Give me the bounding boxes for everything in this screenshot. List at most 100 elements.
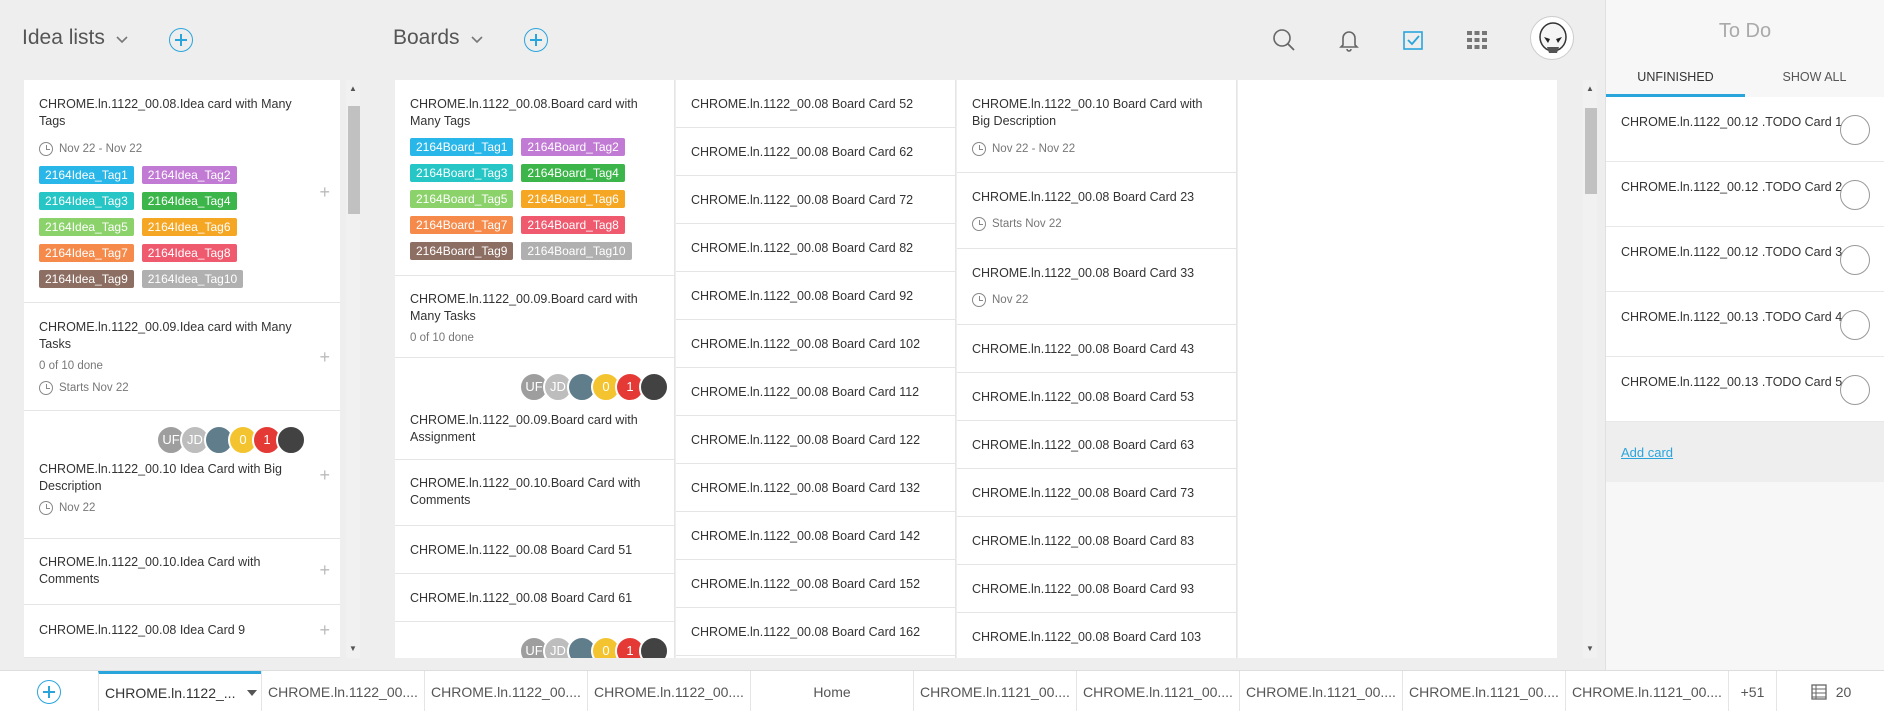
add-icon[interactable]: + (319, 466, 330, 484)
board-card[interactable]: CHROME.ln.1122_00.08 Board Card 72 (676, 176, 955, 224)
avatar[interactable] (639, 636, 669, 658)
board-card[interactable]: CHROME.ln.1122_00.08 Board Card 93 (957, 565, 1236, 613)
tag[interactable]: 2164Idea_Tag8 (141, 244, 237, 262)
board-card[interactable]: UF JD 0 1 (395, 622, 674, 658)
add-icon[interactable]: + (319, 561, 330, 579)
add-icon[interactable]: + (319, 348, 330, 366)
board-card[interactable]: CHROME.ln.1122_00.10.Board Card with Com… (395, 460, 674, 526)
complete-checkbox[interactable] (1840, 245, 1870, 275)
avatar[interactable] (276, 425, 306, 455)
tag[interactable]: 2164Board_Tag4 (521, 164, 625, 182)
tag[interactable]: 2164Board_Tag5 (410, 190, 514, 208)
search-icon[interactable] (1270, 26, 1298, 54)
bell-icon[interactable] (1335, 26, 1363, 54)
todo-item[interactable]: CHROME.ln.1122_00.12 .TODO Card 2 (1606, 162, 1884, 227)
complete-checkbox[interactable] (1840, 375, 1870, 405)
add-board-button[interactable] (524, 28, 548, 52)
board-card[interactable]: CHROME.ln.1122_00.10 Board Card with Big… (957, 80, 1236, 173)
chevron-down-icon[interactable] (469, 31, 485, 47)
tag[interactable]: 2164Idea_Tag10 (141, 270, 244, 288)
board-card[interactable]: CHROME.ln.1122_00.08 Board Card 112 (676, 368, 955, 416)
board-card[interactable]: CHROME.ln.1122_00.08 Board Card 82 (676, 224, 955, 272)
idea-lists-title[interactable]: Idea lists (22, 26, 105, 50)
board-card[interactable]: CHROME.ln.1122_00.08 Board Card 63 (957, 421, 1236, 469)
tab-item[interactable]: CHROME.ln.1121_00.... (1239, 671, 1402, 711)
board-card[interactable]: CHROME.ln.1122_00.08 Board Card 102 (676, 320, 955, 368)
idea-card[interactable]: CHROME.ln.1122_00.09.Idea card with Many… (24, 303, 340, 411)
tag[interactable]: 2164Board_Tag6 (521, 190, 625, 208)
tag[interactable]: 2164Board_Tag10 (521, 242, 632, 260)
scroll-down-arrow[interactable]: ▼ (1583, 642, 1597, 656)
todo-item[interactable]: CHROME.ln.1122_00.12 .TODO Card 3 (1606, 227, 1884, 292)
tag[interactable]: 2164Idea_Tag2 (141, 166, 237, 184)
board-card[interactable]: CHROME.ln.1122_00.08 Board Card 43 (957, 325, 1236, 373)
board-card[interactable]: CHROME.ln.1122_00.08 Board Card 62 (676, 128, 955, 176)
todo-item[interactable]: CHROME.ln.1122_00.12 .TODO Card 1 (1606, 97, 1884, 162)
add-idea-list-button[interactable] (169, 28, 193, 52)
board-card[interactable]: CHROME.ln.1122_00.08 Board Card 33 Nov 2… (957, 249, 1236, 325)
board-card[interactable]: CHROME.ln.1122_00.08 Board Card 92 (676, 272, 955, 320)
complete-checkbox[interactable] (1840, 180, 1870, 210)
board-card[interactable]: CHROME.ln.1122_00.08 Board Card 61 (395, 574, 674, 622)
tab-item[interactable]: CHROME.ln.1122_00.... (587, 671, 750, 711)
tag[interactable]: 2164Board_Tag2 (521, 138, 625, 156)
tab-count-button[interactable]: 20 (1776, 671, 1884, 711)
add-icon[interactable]: + (319, 621, 330, 639)
board-card[interactable]: CHROME.ln.1122_00.08 Board Card 122 (676, 416, 955, 464)
tag[interactable]: 2164Board_Tag1 (410, 138, 514, 156)
add-icon[interactable]: + (319, 183, 330, 201)
scroll-up-arrow[interactable]: ▲ (346, 82, 360, 96)
chevron-down-icon[interactable] (114, 31, 130, 47)
todo-item[interactable]: CHROME.ln.1122_00.13 .TODO Card 4 (1606, 292, 1884, 357)
board-card[interactable]: CHROME.ln.1122_00.08 Board Card 132 (676, 464, 955, 512)
tag[interactable]: 2164Board_Tag7 (410, 216, 514, 234)
board-card[interactable]: CHROME.ln.1122_00.08 Board Card 103 (957, 613, 1236, 658)
idea-card[interactable]: CHROME.ln.1122_00.08.Idea card with Many… (24, 80, 340, 303)
tab-item[interactable]: CHROME.ln.1121_00.... (1076, 671, 1239, 711)
tag[interactable]: 2164Board_Tag3 (410, 164, 514, 182)
avatar[interactable] (639, 372, 669, 402)
board-card[interactable]: CHROME.ln.1122_00.08 Board Card 73 (957, 469, 1236, 517)
todo-item[interactable]: CHROME.ln.1122_00.13 .TODO Card 5 (1606, 357, 1884, 422)
apps-grid-icon[interactable] (1463, 26, 1491, 54)
tag[interactable]: 2164Idea_Tag6 (141, 218, 237, 236)
boards-title[interactable]: Boards (393, 26, 460, 50)
tab-item[interactable]: CHROME.ln.1122_00.... (424, 671, 587, 711)
tag[interactable]: 2164Idea_Tag7 (39, 244, 134, 262)
idea-card[interactable]: CHROME.ln.1122_00.10.Idea Card with Comm… (24, 539, 340, 605)
board-card[interactable]: CHROME.ln.1122_00.08 Board Card 162 (676, 608, 955, 656)
scroll-down-arrow[interactable]: ▼ (346, 642, 360, 656)
tab-item[interactable]: CHROME.ln.1121_00.... (1402, 671, 1565, 711)
board-card[interactable]: CHROME.ln.1122_00.08 Board Card 142 (676, 512, 955, 560)
tab-unfinished[interactable]: UNFINISHED (1606, 70, 1745, 97)
tag[interactable]: 2164Idea_Tag5 (39, 218, 134, 236)
scroll-up-arrow[interactable]: ▲ (1583, 82, 1597, 96)
new-tab-button[interactable] (37, 680, 61, 704)
tag[interactable]: 2164Idea_Tag4 (141, 192, 237, 210)
board-card[interactable]: CHROME.ln.1122_00.08 Board Card 152 (676, 560, 955, 608)
board-card[interactable]: CHROME.ln.1122_00.08 Board Card 51 (395, 526, 674, 574)
complete-checkbox[interactable] (1840, 310, 1870, 340)
idea-list-scrollbar[interactable]: ▲ ▼ (346, 80, 360, 658)
tag[interactable]: 2164Idea_Tag9 (39, 270, 134, 288)
tab-item[interactable]: CHROME.ln.1121_00.... (1565, 671, 1728, 711)
board-card[interactable]: CHROME.ln.1122_00.08 Board Card 52 (676, 80, 955, 128)
tag[interactable]: 2164Board_Tag9 (410, 242, 514, 260)
board-card[interactable]: CHROME.ln.1122_00.08 Board Card 53 (957, 373, 1236, 421)
user-avatar[interactable] (1530, 16, 1574, 60)
tag[interactable]: 2164Idea_Tag3 (39, 192, 134, 210)
board-card[interactable]: CHROME.ln.1122_00.08.Board card with Man… (395, 80, 674, 276)
board-card[interactable]: UF JD 0 1 CHROME.ln.1122_00.09.Board car… (395, 358, 674, 460)
more-tabs-button[interactable]: +51 (1728, 671, 1776, 711)
board-card[interactable]: CHROME.ln.1122_00.08 Board Card 83 (957, 517, 1236, 565)
tab-item[interactable]: CHROME.ln.1122_... (98, 671, 261, 711)
idea-card[interactable]: UF JD 0 1 CHROME.ln.1122_00.10 Idea Card… (24, 411, 340, 539)
board-card[interactable]: CHROME.ln.1122_00.08 Board Card 23 Start… (957, 173, 1236, 249)
add-card-link[interactable]: Add card (1621, 445, 1673, 460)
tag[interactable]: 2164Board_Tag8 (521, 216, 625, 234)
scroll-thumb[interactable] (348, 106, 360, 214)
complete-checkbox[interactable] (1840, 115, 1870, 145)
tag[interactable]: 2164Idea_Tag1 (39, 166, 134, 184)
todo-check-icon[interactable] (1399, 26, 1427, 54)
board-card[interactable]: CHROME.ln.1122_00.09.Board card with Man… (395, 276, 674, 358)
